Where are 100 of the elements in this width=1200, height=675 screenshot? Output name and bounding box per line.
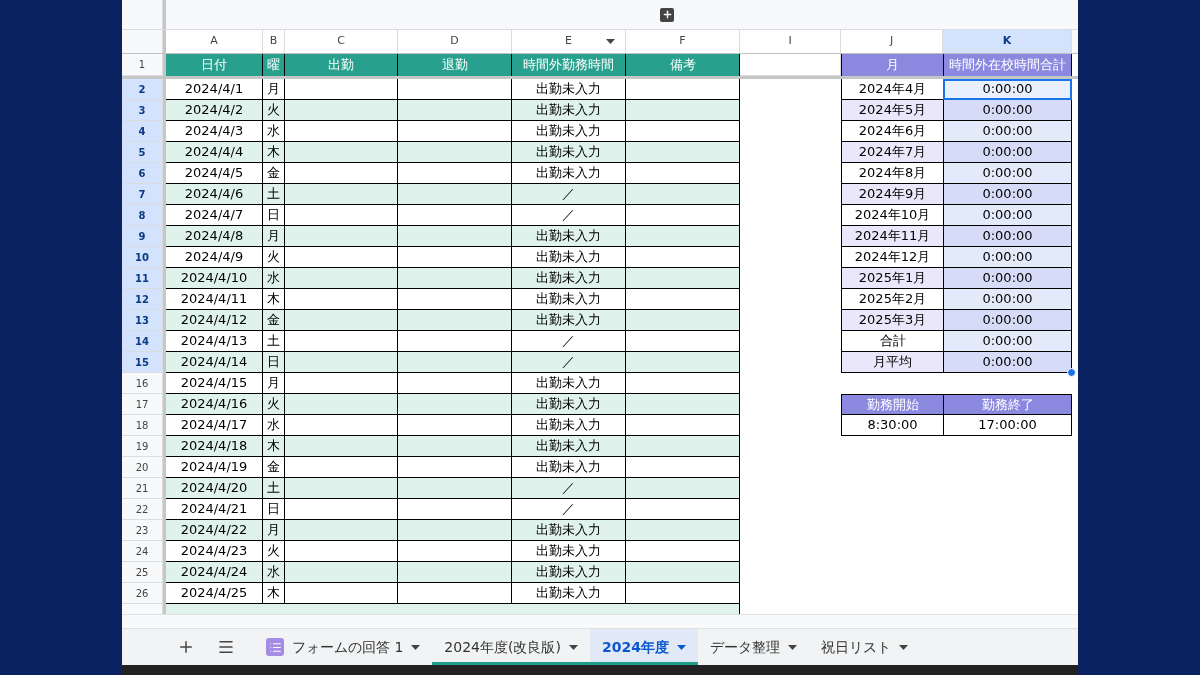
table-cell: 出勤未入力 [512, 415, 626, 436]
table-cell: ／ [512, 478, 626, 499]
table-cell: 2024/4/12 [166, 310, 263, 331]
table-cell: 出勤未入力 [512, 583, 626, 604]
row-number[interactable]: 16 [122, 373, 163, 394]
table-cell: 木 [263, 142, 285, 163]
table-cell: 金 [263, 163, 285, 184]
table-cell: 出勤未入力 [512, 289, 626, 310]
table-cell: 2025年1月 [841, 268, 943, 289]
row-number[interactable]: 14 [122, 331, 163, 352]
caret-icon[interactable] [411, 644, 421, 650]
sheet-tab[interactable]: 2024年度 [589, 629, 698, 665]
table-cell: 木 [263, 583, 285, 604]
row-number[interactable]: 13 [122, 310, 163, 331]
row-number[interactable]: 3 [122, 100, 163, 121]
caret-icon[interactable] [676, 644, 686, 650]
row-number[interactable]: 19 [122, 436, 163, 457]
row-number[interactable]: 4 [122, 121, 163, 142]
table-cell: 水 [263, 268, 285, 289]
table-cell: 出勤未入力 [512, 163, 626, 184]
table-cell: 出勤未入力 [512, 268, 626, 289]
table-cell: 2024/4/22 [166, 520, 263, 541]
sheet-tab[interactable]: 2024年度(改良版) [432, 629, 590, 665]
table-cell: 月 [263, 226, 285, 247]
table-cell: 出勤未入力 [512, 121, 626, 142]
table-cell: 出勤未入力 [512, 457, 626, 478]
table-cell: 2024/4/1 [166, 79, 263, 100]
form-icon [266, 638, 284, 656]
table-cell: 出勤未入力 [512, 79, 626, 100]
table-cell: 土 [263, 184, 285, 205]
table-cell: 土 [263, 478, 285, 499]
table-cell: 合計 [841, 331, 943, 352]
table-cell: 2024/4/9 [166, 247, 263, 268]
row-number[interactable]: 20 [122, 457, 163, 478]
table-cell: 出勤未入力 [512, 436, 626, 457]
table-cell: 0:00:00 [943, 142, 1072, 163]
table-cell: 2024年10月 [841, 205, 943, 226]
sheet-tab[interactable]: フォームの回答 1 [254, 629, 433, 665]
row-number[interactable]: 10 [122, 247, 163, 268]
row-number[interactable]: 22 [122, 499, 163, 520]
table-cell: ／ [512, 352, 626, 373]
table-cell: 月 [263, 373, 285, 394]
caret-icon[interactable] [898, 644, 908, 650]
caret-icon[interactable] [787, 644, 797, 650]
row-number[interactable]: 12 [122, 289, 163, 310]
table-cell: ／ [512, 499, 626, 520]
row-number[interactable]: 21 [122, 478, 163, 499]
table-cell: 出勤未入力 [512, 310, 626, 331]
table-cell: 0:00:00 [943, 163, 1072, 184]
table-cell: 2024/4/6 [166, 184, 263, 205]
table-cell: 2024/4/23 [166, 541, 263, 562]
row-number[interactable]: 2 [122, 79, 163, 100]
table-cell: 2024/4/17 [166, 415, 263, 436]
table-cell: 出勤未入力 [512, 247, 626, 268]
table-cell: 木 [263, 289, 285, 310]
table-cell: 日 [263, 499, 285, 520]
sheet-tab[interactable]: データ整理 [697, 629, 809, 665]
table-cell: 8:30:00 [841, 415, 943, 436]
tab-label: 祝日リスト [820, 637, 891, 657]
table-cell: 2024/4/24 [166, 562, 263, 583]
table-cell: 木 [263, 436, 285, 457]
table-cell: 出勤未入力 [512, 562, 626, 583]
row-number[interactable]: 23 [122, 520, 163, 541]
table-cell: 2025年3月 [841, 310, 943, 331]
column-header[interactable]: K [943, 30, 1072, 53]
table-cell: 2024年9月 [841, 184, 943, 205]
header-cell: 日付 [166, 54, 263, 76]
table-cell: 月 [263, 520, 285, 541]
table-cell: 0:00:00 [943, 226, 1072, 247]
table-cell: 金 [263, 310, 285, 331]
row-number[interactable]: 15 [122, 352, 163, 373]
row-number[interactable]: 8 [122, 205, 163, 226]
table-cell: 2024年5月 [841, 100, 943, 121]
row-number[interactable]: 5 [122, 142, 163, 163]
table-cell: 2024/4/18 [166, 436, 263, 457]
row-number[interactable]: 1 [122, 54, 163, 76]
table-cell: 水 [263, 121, 285, 142]
row-number[interactable]: 9 [122, 226, 163, 247]
row-number[interactable]: 17 [122, 394, 163, 415]
row-number[interactable]: 18 [122, 415, 163, 436]
plus-icon [177, 638, 195, 656]
header-cell: 退勤 [398, 54, 512, 76]
table-cell: 2024/4/13 [166, 331, 263, 352]
row-number[interactable]: 25 [122, 562, 163, 583]
row-number[interactable]: 6 [122, 163, 163, 184]
row-number[interactable]: 26 [122, 583, 163, 604]
expand-icon[interactable] [660, 7, 674, 22]
row-number[interactable]: 11 [122, 268, 163, 289]
table-cell: 2024/4/16 [166, 394, 263, 415]
row-number[interactable]: 7 [122, 184, 163, 205]
row-number[interactable]: 24 [122, 541, 163, 562]
table-cell: 2024年8月 [841, 163, 943, 184]
caret-icon[interactable] [606, 39, 615, 44]
caret-icon[interactable] [568, 644, 578, 650]
table-cell: 水 [263, 562, 285, 583]
table-cell: 出勤未入力 [512, 373, 626, 394]
table-cell: 出勤未入力 [512, 541, 626, 562]
table-cell: 2024/4/15 [166, 373, 263, 394]
header-cell: 出勤 [285, 54, 398, 76]
sheet-tab[interactable]: 祝日リスト [808, 629, 920, 665]
